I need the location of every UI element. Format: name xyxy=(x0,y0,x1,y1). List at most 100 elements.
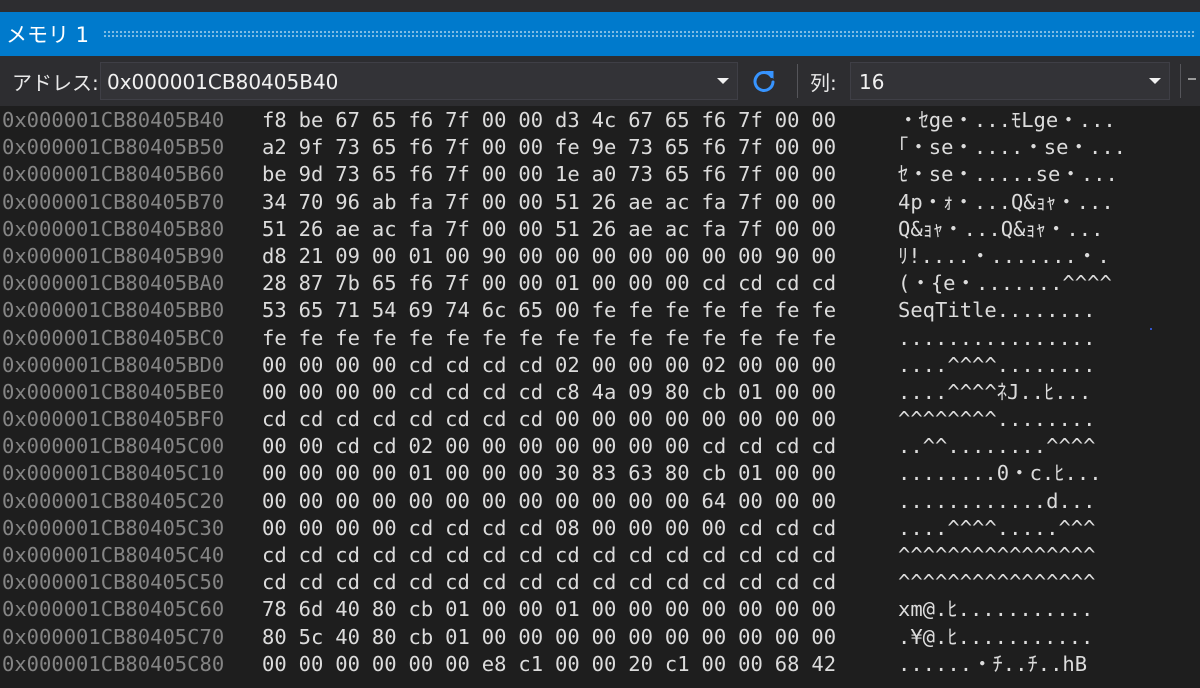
row-text-decode[interactable]: .¥@.ﾋ........... xyxy=(898,624,1093,650)
row-hex-bytes[interactable]: 28 87 7b 65 f6 7f 00 00 01 00 00 00 cd c… xyxy=(262,270,836,296)
row-address[interactable]: 0x000001CB80405C50 xyxy=(2,569,224,595)
memory-row[interactable]: 0x000001CB80405C00 00 00 cd cd 02 00 00 0… xyxy=(0,432,1200,459)
memory-row[interactable]: 0x000001CB80405C50 cd cd cd cd cd cd cd c… xyxy=(0,568,1200,595)
row-text-decode[interactable]: ....^^^^.....^^^ xyxy=(898,515,1095,541)
columns-value: 16 xyxy=(859,70,885,94)
memory-row[interactable]: 0x000001CB80405C20 00 00 00 00 00 00 00 0… xyxy=(0,487,1200,514)
memory-row[interactable]: 0x000001CB80405BF0 cd cd cd cd cd cd cd c… xyxy=(0,405,1200,432)
toolbar-separator xyxy=(797,64,798,98)
row-hex-bytes[interactable]: 78 6d 40 80 cb 01 00 00 01 00 00 00 00 0… xyxy=(262,596,836,622)
row-address[interactable]: 0x000001CB80405C40 xyxy=(2,542,224,568)
columns-combobox[interactable]: 16 xyxy=(850,62,1170,100)
row-hex-bytes[interactable]: 00 00 00 00 cd cd cd cd 02 00 00 00 02 0… xyxy=(262,352,836,378)
row-hex-bytes[interactable]: be 9d 73 65 f6 7f 00 00 1e a0 73 65 f6 7… xyxy=(262,161,836,187)
row-address[interactable]: 0x000001CB80405C20 xyxy=(2,488,224,514)
row-text-decode[interactable]: (・{e・.......^^^^ xyxy=(898,270,1112,296)
address-input[interactable]: 0x000001CB80405B40 xyxy=(107,70,338,94)
memory-row[interactable]: 0x000001CB80405C80 00 00 00 00 00 00 e8 c… xyxy=(0,650,1200,677)
row-address[interactable]: 0x000001CB80405B50 xyxy=(2,134,224,160)
row-address[interactable]: 0x000001CB80405BD0 xyxy=(2,352,224,378)
row-hex-bytes[interactable]: 53 65 71 54 69 74 6c 65 00 fe fe fe fe f… xyxy=(262,297,836,323)
row-address[interactable]: 0x000001CB80405BF0 xyxy=(2,406,224,432)
row-hex-bytes[interactable]: 00 00 00 00 01 00 00 00 30 83 63 80 cb 0… xyxy=(262,460,836,486)
row-text-decode[interactable]: Q&ｮｬ・...Q&ｮｬ・... xyxy=(898,216,1103,242)
memory-row[interactable]: 0x000001CB80405BD0 00 00 00 00 cd cd cd c… xyxy=(0,351,1200,378)
caret-mark xyxy=(1150,328,1152,330)
row-text-decode[interactable]: ﾘ!....・.......・. xyxy=(898,243,1110,269)
row-hex-bytes[interactable]: 00 00 00 00 00 00 e8 c1 00 00 20 c1 00 0… xyxy=(262,651,836,677)
row-text-decode[interactable]: ^^^^^^^^^^^^^^^^ xyxy=(898,569,1095,595)
row-address[interactable]: 0x000001CB80405C80 xyxy=(2,651,224,677)
memory-row[interactable]: 0x000001CB80405C10 00 00 00 00 01 00 00 0… xyxy=(0,459,1200,486)
row-hex-bytes[interactable]: cd cd cd cd cd cd cd cd cd cd cd cd cd c… xyxy=(262,542,836,568)
row-text-decode[interactable]: ........0・c.ﾋ... xyxy=(898,460,1102,486)
row-text-decode[interactable]: ............d... xyxy=(898,488,1095,514)
row-address[interactable]: 0x000001CB80405B80 xyxy=(2,216,224,242)
memory-row[interactable]: 0x000001CB80405BB0 53 65 71 54 69 74 6c 6… xyxy=(0,296,1200,323)
row-hex-bytes[interactable]: fe fe fe fe fe fe fe fe fe fe fe fe fe f… xyxy=(262,325,836,351)
memory-row[interactable]: 0x000001CB80405B90 d8 21 09 00 01 00 90 0… xyxy=(0,242,1200,269)
memory-row[interactable]: 0x000001CB80405B70 34 70 96 ab fa 7f 00 0… xyxy=(0,188,1200,215)
memory-row[interactable]: 0x000001CB80405C70 80 5c 40 80 cb 01 00 0… xyxy=(0,623,1200,650)
memory-row[interactable]: 0x000001CB80405B50 a2 9f 73 65 f6 7f 00 0… xyxy=(0,133,1200,160)
memory-row[interactable]: 0x000001CB80405C40 cd cd cd cd cd cd cd c… xyxy=(0,541,1200,568)
row-address[interactable]: 0x000001CB80405B60 xyxy=(2,161,224,187)
row-text-decode[interactable]: ｾ・se・.....se・... xyxy=(898,161,1118,187)
refresh-icon[interactable] xyxy=(750,67,778,95)
row-text-decode[interactable]: ......・ﾁ..ﾁ..hB xyxy=(898,651,1087,677)
row-text-decode[interactable]: ....^^^^ﾈJ..ﾋ... xyxy=(898,379,1091,405)
row-address[interactable]: 0x000001CB80405C30 xyxy=(2,515,224,541)
row-address[interactable]: 0x000001CB80405C70 xyxy=(2,624,224,650)
address-combobox[interactable]: 0x000001CB80405B40 xyxy=(100,62,738,100)
row-hex-bytes[interactable]: 00 00 00 00 cd cd cd cd 08 00 00 00 00 c… xyxy=(262,515,836,541)
row-text-decode[interactable]: ..^^........^^^^ xyxy=(898,433,1095,459)
row-address[interactable]: 0x000001CB80405C60 xyxy=(2,596,224,622)
row-hex-bytes[interactable]: cd cd cd cd cd cd cd cd cd cd cd cd cd c… xyxy=(262,569,836,595)
row-address[interactable]: 0x000001CB80405B40 xyxy=(2,107,224,133)
row-text-decode[interactable]: ....^^^^........ xyxy=(898,352,1095,378)
row-text-decode[interactable]: ・ｾge・...ﾓLge・... xyxy=(898,107,1116,133)
window-title: メモリ 1 xyxy=(6,23,90,47)
row-text-decode[interactable]: 4p・ｫ・...Q&ｮｬ・... xyxy=(898,189,1114,215)
address-dropdown-arrow-icon[interactable] xyxy=(717,78,729,84)
columns-dropdown-arrow-icon[interactable] xyxy=(1149,78,1161,84)
row-hex-bytes[interactable]: 34 70 96 ab fa 7f 00 00 51 26 ae ac fa 7… xyxy=(262,189,836,215)
row-hex-bytes[interactable]: 51 26 ae ac fa 7f 00 00 51 26 ae ac fa 7… xyxy=(262,216,836,242)
memory-row[interactable]: 0x000001CB80405C60 78 6d 40 80 cb 01 00 0… xyxy=(0,595,1200,622)
row-address[interactable]: 0x000001CB80405C10 xyxy=(2,460,224,486)
row-hex-bytes[interactable]: 00 00 cd cd 02 00 00 00 00 00 00 00 cd c… xyxy=(262,433,836,459)
row-text-decode[interactable]: ^^^^^^^^^^^^^^^^ xyxy=(898,542,1095,568)
row-address[interactable]: 0x000001CB80405BA0 xyxy=(2,270,224,296)
title-bar-grip[interactable] xyxy=(103,30,1196,38)
row-address[interactable]: 0x000001CB80405BC0 xyxy=(2,325,224,351)
row-hex-bytes[interactable]: a2 9f 73 65 f6 7f 00 00 fe 9e 73 65 f6 7… xyxy=(262,134,836,160)
row-text-decode[interactable]: xm@.ﾋ........... xyxy=(898,596,1093,622)
row-text-decode[interactable]: ................ xyxy=(898,325,1095,351)
row-hex-bytes[interactable]: f8 be 67 65 f6 7f 00 00 d3 4c 67 65 f6 7… xyxy=(262,107,836,133)
row-text-decode[interactable]: ^^^^^^^^........ xyxy=(898,406,1095,432)
row-hex-bytes[interactable]: 80 5c 40 80 cb 01 00 00 00 00 00 00 00 0… xyxy=(262,624,836,650)
row-address[interactable]: 0x000001CB80405C00 xyxy=(2,433,224,459)
toolbar-overflow-icon[interactable] xyxy=(1188,78,1196,80)
memory-window-title-bar[interactable]: メモリ 1 xyxy=(0,12,1200,56)
row-address[interactable]: 0x000001CB80405B70 xyxy=(2,189,224,215)
row-hex-bytes[interactable]: 00 00 00 00 00 00 00 00 00 00 00 00 64 0… xyxy=(262,488,836,514)
row-text-decode[interactable]: SeqTitle........ xyxy=(898,297,1095,323)
memory-row[interactable]: 0x000001CB80405BA0 28 87 7b 65 f6 7f 00 0… xyxy=(0,269,1200,296)
memory-row[interactable]: 0x000001CB80405BE0 00 00 00 00 cd cd cd c… xyxy=(0,378,1200,405)
row-text-decode[interactable]: ｢・se・....・se・... xyxy=(898,134,1126,160)
memory-row[interactable]: 0x000001CB80405B60 be 9d 73 65 f6 7f 00 0… xyxy=(0,160,1200,187)
memory-view[interactable]: 0x000001CB80405B40 f8 be 67 65 f6 7f 00 0… xyxy=(0,106,1200,688)
memory-row[interactable]: 0x000001CB80405B80 51 26 ae ac fa 7f 00 0… xyxy=(0,215,1200,242)
memory-row[interactable]: 0x000001CB80405C30 00 00 00 00 cd cd cd c… xyxy=(0,514,1200,541)
columns-label: 列: xyxy=(810,71,837,95)
row-hex-bytes[interactable]: 00 00 00 00 cd cd cd cd c8 4a 09 80 cb 0… xyxy=(262,379,836,405)
memory-row[interactable]: 0x000001CB80405B40 f8 be 67 65 f6 7f 00 0… xyxy=(0,106,1200,133)
row-address[interactable]: 0x000001CB80405BB0 xyxy=(2,297,224,323)
row-address[interactable]: 0x000001CB80405BE0 xyxy=(2,379,224,405)
row-hex-bytes[interactable]: cd cd cd cd cd cd cd cd 00 00 00 00 00 0… xyxy=(262,406,836,432)
memory-row[interactable]: 0x000001CB80405BC0 fe fe fe fe fe fe fe f… xyxy=(0,324,1200,351)
row-hex-bytes[interactable]: d8 21 09 00 01 00 90 00 00 00 00 00 00 0… xyxy=(262,243,836,269)
address-label: アドレス: xyxy=(12,71,99,95)
row-address[interactable]: 0x000001CB80405B90 xyxy=(2,243,224,269)
